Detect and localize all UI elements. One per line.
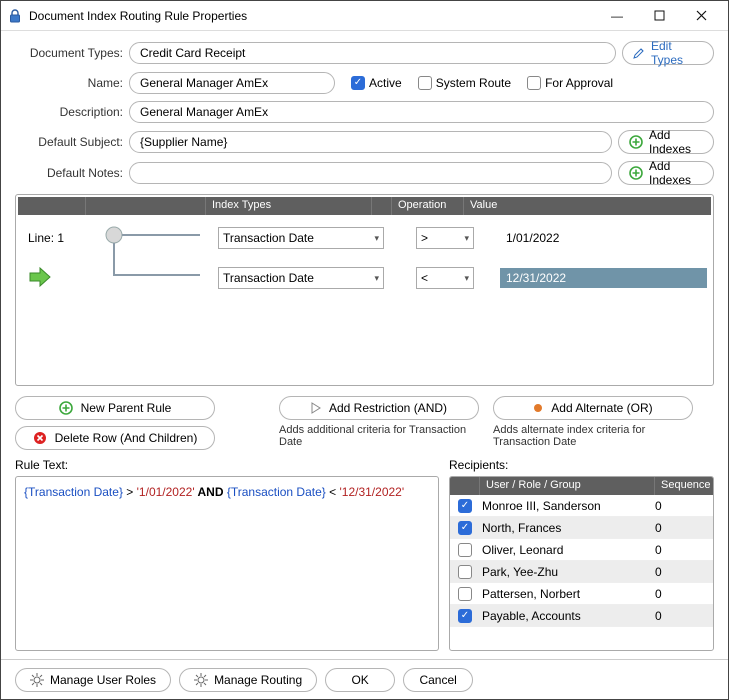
- name-input[interactable]: [129, 72, 335, 94]
- recipients-body[interactable]: Monroe III, Sanderson0North, Frances0Oli…: [450, 495, 713, 627]
- recipient-name: Pattersen, Norbert: [480, 587, 655, 601]
- plus-circle-icon: [629, 166, 643, 180]
- recipients-header: User / Role / Group Sequence: [450, 477, 713, 495]
- add-indexes-notes-button[interactable]: Add Indexes: [618, 161, 714, 185]
- description-label: Description:: [15, 105, 123, 119]
- manage-user-roles-button[interactable]: Manage User Roles: [15, 668, 171, 692]
- lower-split: Rule Text: {Transaction Date} > '1/01/20…: [15, 458, 714, 651]
- window-title: Document Index Routing Rule Properties: [29, 9, 596, 23]
- plus-circle-icon: [59, 401, 73, 415]
- actions-row: New Parent Rule Delete Row (And Children…: [15, 396, 714, 450]
- app-lock-icon: [7, 8, 23, 24]
- manage-routing-button[interactable]: Manage Routing: [179, 668, 317, 692]
- delete-row-button[interactable]: Delete Row (And Children): [15, 426, 215, 450]
- checkbox-icon: [458, 609, 472, 623]
- new-parent-rule-button[interactable]: New Parent Rule: [15, 396, 215, 420]
- recipient-name: Oliver, Leonard: [480, 543, 655, 557]
- recipient-sequence: 0: [655, 587, 713, 601]
- doc-types-input[interactable]: [129, 42, 616, 64]
- recipient-name: Park, Yee-Zhu: [480, 565, 655, 579]
- pencil-icon: [633, 47, 645, 59]
- add-restriction-and-button[interactable]: Add Restriction (AND): [279, 396, 479, 420]
- recipient-name: North, Frances: [480, 521, 655, 535]
- recipient-row[interactable]: Monroe III, Sanderson0: [450, 495, 713, 517]
- gear-icon: [30, 673, 44, 687]
- play-icon: [311, 402, 321, 414]
- recipients-panel: User / Role / Group Sequence Monroe III,…: [449, 476, 714, 651]
- minimize-button[interactable]: —: [596, 2, 638, 30]
- active-checkbox[interactable]: Active: [351, 76, 402, 90]
- recipient-name: Monroe III, Sanderson: [480, 499, 655, 513]
- recipient-row[interactable]: Oliver, Leonard0: [450, 539, 713, 561]
- default-notes-input[interactable]: [129, 162, 612, 184]
- for-approval-checkbox[interactable]: For Approval: [527, 76, 613, 90]
- default-notes-label: Default Notes:: [15, 166, 123, 180]
- rules-grid: Index Types Operation Value Line: 1: [15, 194, 714, 386]
- checkbox-icon: [351, 76, 365, 90]
- rules-grid-body: Line: 1 Transaction Date▾ >▾: [18, 215, 711, 383]
- checkbox-icon: [527, 76, 541, 90]
- name-label: Name:: [15, 76, 123, 90]
- checkbox-icon: [458, 565, 472, 579]
- default-subject-input[interactable]: [129, 131, 612, 153]
- add-alternate-or-button[interactable]: Add Alternate (OR): [493, 396, 693, 420]
- description-input[interactable]: [129, 101, 714, 123]
- line-label: Line: 1: [18, 231, 86, 245]
- add-and-hint: Adds additional criteria for Transaction…: [279, 424, 479, 448]
- recipients-label: Recipients:: [449, 458, 714, 472]
- add-or-hint: Adds alternate index criteria for Transa…: [493, 424, 693, 448]
- index-type-select[interactable]: Transaction Date▾: [218, 267, 384, 289]
- recipient-row[interactable]: Park, Yee-Zhu0: [450, 561, 713, 583]
- arrow-right-icon: [28, 266, 52, 288]
- content-area: Document Types: Edit Types Name: Active …: [1, 31, 728, 659]
- recipient-sequence: 0: [655, 521, 713, 535]
- rule-text-content: {Transaction Date} > '1/01/2022' AND {Tr…: [16, 477, 438, 507]
- x-circle-icon: [33, 431, 47, 445]
- rule-text-label: Rule Text:: [15, 458, 439, 472]
- checkbox-icon: [458, 499, 472, 513]
- rule-text-panel: {Transaction Date} > '1/01/2022' AND {Tr…: [15, 476, 439, 651]
- app-window: Document Index Routing Rule Properties —…: [0, 0, 729, 700]
- doc-types-label: Document Types:: [15, 46, 123, 60]
- chevron-down-icon: ▾: [374, 273, 379, 284]
- index-type-select[interactable]: Transaction Date▾: [218, 227, 384, 249]
- recipient-row[interactable]: Payable, Accounts0: [450, 605, 713, 627]
- close-button[interactable]: [680, 2, 722, 30]
- operation-select[interactable]: >▾: [416, 227, 474, 249]
- checkbox-icon: [458, 521, 472, 535]
- add-indexes-subject-button[interactable]: Add Indexes: [618, 130, 714, 154]
- default-subject-label: Default Subject:: [15, 135, 123, 149]
- ok-button[interactable]: OK: [325, 668, 395, 692]
- rule-row: Line: 1 Transaction Date▾ >▾: [18, 223, 711, 253]
- value-cell[interactable]: 12/31/2022: [500, 268, 707, 288]
- titlebar: Document Index Routing Rule Properties —: [1, 1, 728, 31]
- circle-icon: [533, 403, 543, 413]
- recipient-sequence: 0: [655, 499, 713, 513]
- recipient-name: Payable, Accounts: [480, 609, 655, 623]
- rule-row: Transaction Date▾ <▾ 12/31/2022: [18, 263, 711, 293]
- recipient-sequence: 0: [655, 543, 713, 557]
- recipient-sequence: 0: [655, 565, 713, 579]
- chevron-down-icon: ▾: [464, 273, 469, 284]
- value-cell[interactable]: 1/01/2022: [500, 228, 707, 248]
- footer-bar: Manage User Roles Manage Routing OK Canc…: [1, 659, 728, 699]
- gear-icon: [194, 673, 208, 687]
- checkbox-icon: [418, 76, 432, 90]
- checkbox-icon: [458, 543, 472, 557]
- operation-select[interactable]: <▾: [416, 267, 474, 289]
- maximize-button[interactable]: [638, 2, 680, 30]
- rules-grid-header: Index Types Operation Value: [18, 197, 711, 215]
- chevron-down-icon: ▾: [374, 233, 379, 244]
- recipient-row[interactable]: Pattersen, Norbert0: [450, 583, 713, 605]
- recipient-row[interactable]: North, Frances0: [450, 517, 713, 539]
- recipient-sequence: 0: [655, 609, 713, 623]
- plus-circle-icon: [629, 135, 643, 149]
- chevron-down-icon: ▾: [464, 233, 469, 244]
- system-route-checkbox[interactable]: System Route: [418, 76, 511, 90]
- cancel-button[interactable]: Cancel: [403, 668, 473, 692]
- checkbox-icon: [458, 587, 472, 601]
- edit-types-button[interactable]: Edit Types: [622, 41, 714, 65]
